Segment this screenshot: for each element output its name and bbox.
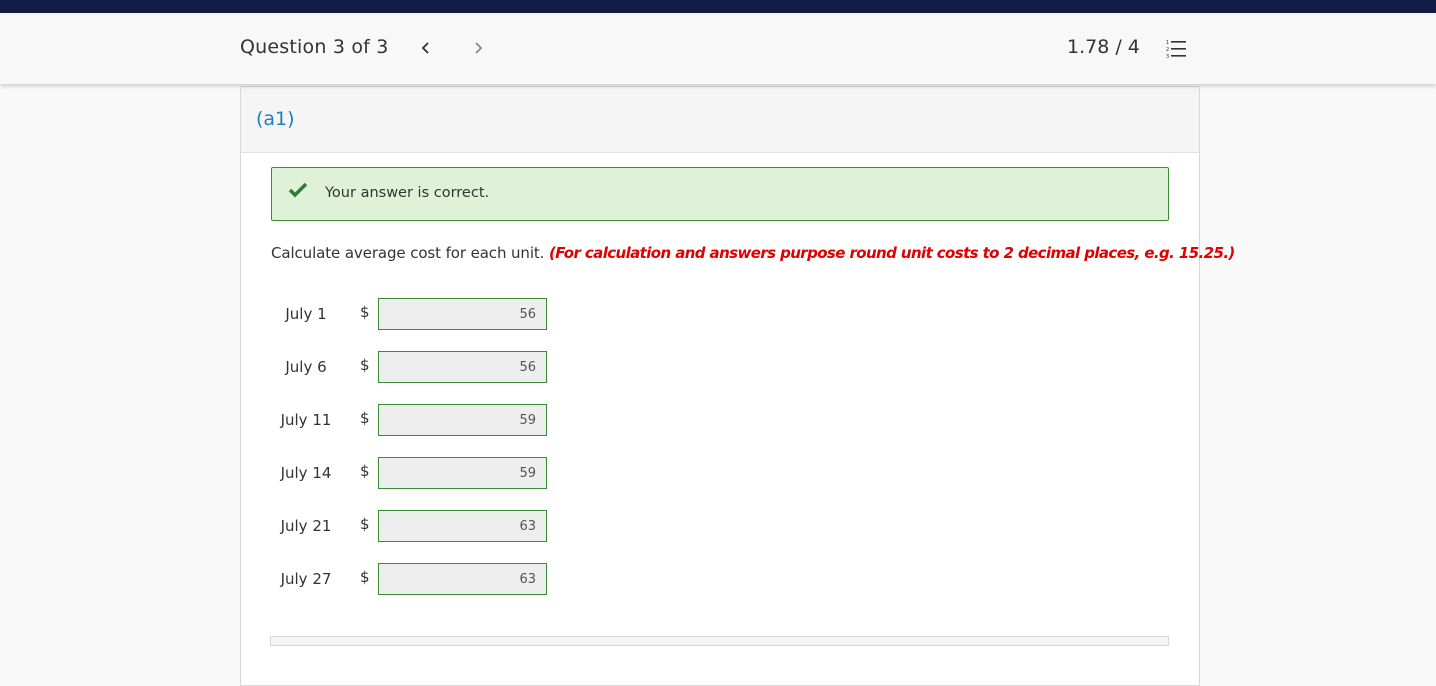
answer-row: July 11 $ [271, 404, 551, 436]
svg-text:1: 1 [1166, 40, 1169, 46]
score-display: 1.78 / 4 [1067, 36, 1140, 58]
currency-symbol: $ [360, 462, 370, 480]
rounding-note: (For calculation and answers purpose rou… [549, 244, 1235, 262]
instruction-main: Calculate average cost for each unit. [271, 244, 545, 262]
question-part-card: (a1) Your answer is correct. Calculate a… [240, 86, 1235, 686]
currency-symbol: $ [360, 515, 370, 533]
row-label: July 14 [280, 464, 332, 482]
instruction-text: Calculate average cost for each unit. (F… [271, 244, 1235, 262]
chevron-right-icon [475, 42, 483, 54]
question-header: Question 3 of 3 1.78 / 4 1 2 3 [0, 13, 1436, 84]
previous-question-button[interactable] [416, 38, 436, 58]
svg-text:3: 3 [1166, 54, 1169, 60]
next-section-card [270, 636, 1169, 646]
row-label: July 11 [280, 411, 332, 429]
row-label: July 1 [285, 305, 327, 323]
top-bar [0, 0, 1436, 13]
part-label[interactable]: (a1) [256, 108, 295, 130]
currency-symbol: $ [360, 356, 370, 374]
svg-text:2: 2 [1166, 47, 1169, 53]
answer-row: July 27 $ [271, 563, 551, 595]
row-label: July 27 [280, 570, 332, 588]
row-label: July 21 [280, 517, 332, 535]
question-list-button[interactable]: 1 2 3 [1164, 38, 1188, 60]
answer-input-july-11[interactable] [378, 404, 547, 436]
answer-input-july-21[interactable] [378, 510, 547, 542]
answer-input-july-6[interactable] [378, 351, 547, 383]
answer-row: July 1 $ [271, 298, 551, 330]
numbered-list-icon: 1 2 3 [1166, 40, 1186, 60]
currency-symbol: $ [360, 568, 370, 586]
question-title: Question 3 of 3 [240, 36, 389, 58]
currency-symbol: $ [360, 303, 370, 321]
answer-row: July 6 $ [271, 351, 551, 383]
answer-input-july-1[interactable] [378, 298, 547, 330]
answer-row: July 14 $ [271, 457, 551, 489]
answer-input-july-14[interactable] [378, 457, 547, 489]
answer-input-july-27[interactable] [378, 563, 547, 595]
alert-message: Your answer is correct. [325, 185, 490, 201]
checkmark-icon [288, 182, 308, 198]
currency-symbol: $ [360, 409, 370, 427]
row-label: July 6 [285, 358, 327, 376]
correct-answer-alert: Your answer is correct. [271, 167, 1169, 221]
part-header: (a1) [241, 87, 1199, 153]
chevron-left-icon [421, 42, 429, 54]
next-question-button[interactable] [468, 38, 488, 58]
answer-row: July 21 $ [271, 510, 551, 542]
